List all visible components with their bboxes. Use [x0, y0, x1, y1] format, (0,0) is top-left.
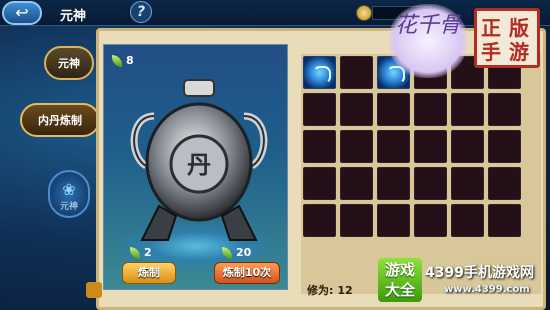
logo-char: 游: [509, 40, 529, 64]
logo-char: 版: [509, 16, 529, 40]
inventory-slot[interactable]: [451, 204, 484, 237]
refine-ten-button[interactable]: 炼制10次: [214, 262, 280, 284]
logo-char: 正: [481, 16, 501, 40]
corner-ornament: [86, 282, 102, 298]
inventory-slot[interactable]: [340, 56, 373, 89]
inventory-slot[interactable]: [377, 93, 410, 126]
inventory-slot[interactable]: [488, 93, 521, 126]
leaf-icon: [112, 55, 122, 67]
tab-refine[interactable]: 内丹炼制: [20, 103, 100, 137]
spirit-icon: ❀: [62, 180, 76, 199]
inventory-slot[interactable]: [488, 204, 521, 237]
inventory-grid: [301, 54, 541, 294]
inventory-slot[interactable]: [377, 130, 410, 163]
furnace-urn: 丹: [130, 79, 268, 241]
inventory-slot[interactable]: [340, 93, 373, 126]
watermark-url: www.4399.com: [444, 284, 530, 295]
coin-icon: [356, 5, 372, 21]
tab-yuanshen[interactable]: 元神: [44, 46, 94, 80]
inventory-slot[interactable]: [488, 167, 521, 200]
official-mobile-game-logo: 正 版 手 游: [474, 8, 540, 68]
inventory-slot[interactable]: [340, 204, 373, 237]
back-arrow-icon[interactable]: ↩: [2, 1, 42, 25]
refine-button[interactable]: 炼制: [122, 262, 176, 284]
inventory-slot[interactable]: [303, 130, 336, 163]
inventory-slot[interactable]: [303, 204, 336, 237]
power-readout: 修为: 12: [307, 284, 353, 297]
game-logo-badge: 花千骨: [388, 4, 468, 78]
tab-yuanshen-icon-label: 元神: [59, 202, 78, 212]
watermark-logo: 游戏 大全: [378, 258, 422, 302]
inventory-slot[interactable]: [414, 93, 447, 126]
top-bar: ↩ 元神 ?: [0, 0, 550, 26]
tab-yuanshen-icon[interactable]: ❀ 元神: [48, 170, 90, 218]
logo-char: 手: [481, 40, 501, 64]
inventory-slot[interactable]: [340, 167, 373, 200]
inventory-slot[interactable]: [451, 130, 484, 163]
inventory-slot[interactable]: [414, 130, 447, 163]
top-counter: 8: [112, 54, 134, 67]
page-title: 元神: [60, 9, 87, 24]
inventory-slot[interactable]: [377, 167, 410, 200]
left-counter: 2: [130, 246, 152, 259]
leaf-icon: [130, 247, 140, 259]
watermark-text: 4399手机游戏网: [425, 265, 534, 281]
inventory-slot[interactable]: [451, 93, 484, 126]
inventory-slot[interactable]: [488, 130, 521, 163]
inventory-slot-spirit-orb[interactable]: [303, 56, 336, 89]
inventory-slot[interactable]: [377, 204, 410, 237]
inventory-slot[interactable]: [451, 167, 484, 200]
inventory-slot[interactable]: [340, 130, 373, 163]
inventory-slot[interactable]: [303, 93, 336, 126]
inventory-slot[interactable]: [414, 204, 447, 237]
right-counter: 20: [222, 246, 251, 259]
inventory-slot[interactable]: [303, 167, 336, 200]
help-button[interactable]: ?: [130, 1, 152, 23]
inventory-slot[interactable]: [414, 167, 447, 200]
furnace-emblem: 丹: [187, 150, 211, 179]
leaf-icon: [222, 247, 232, 259]
